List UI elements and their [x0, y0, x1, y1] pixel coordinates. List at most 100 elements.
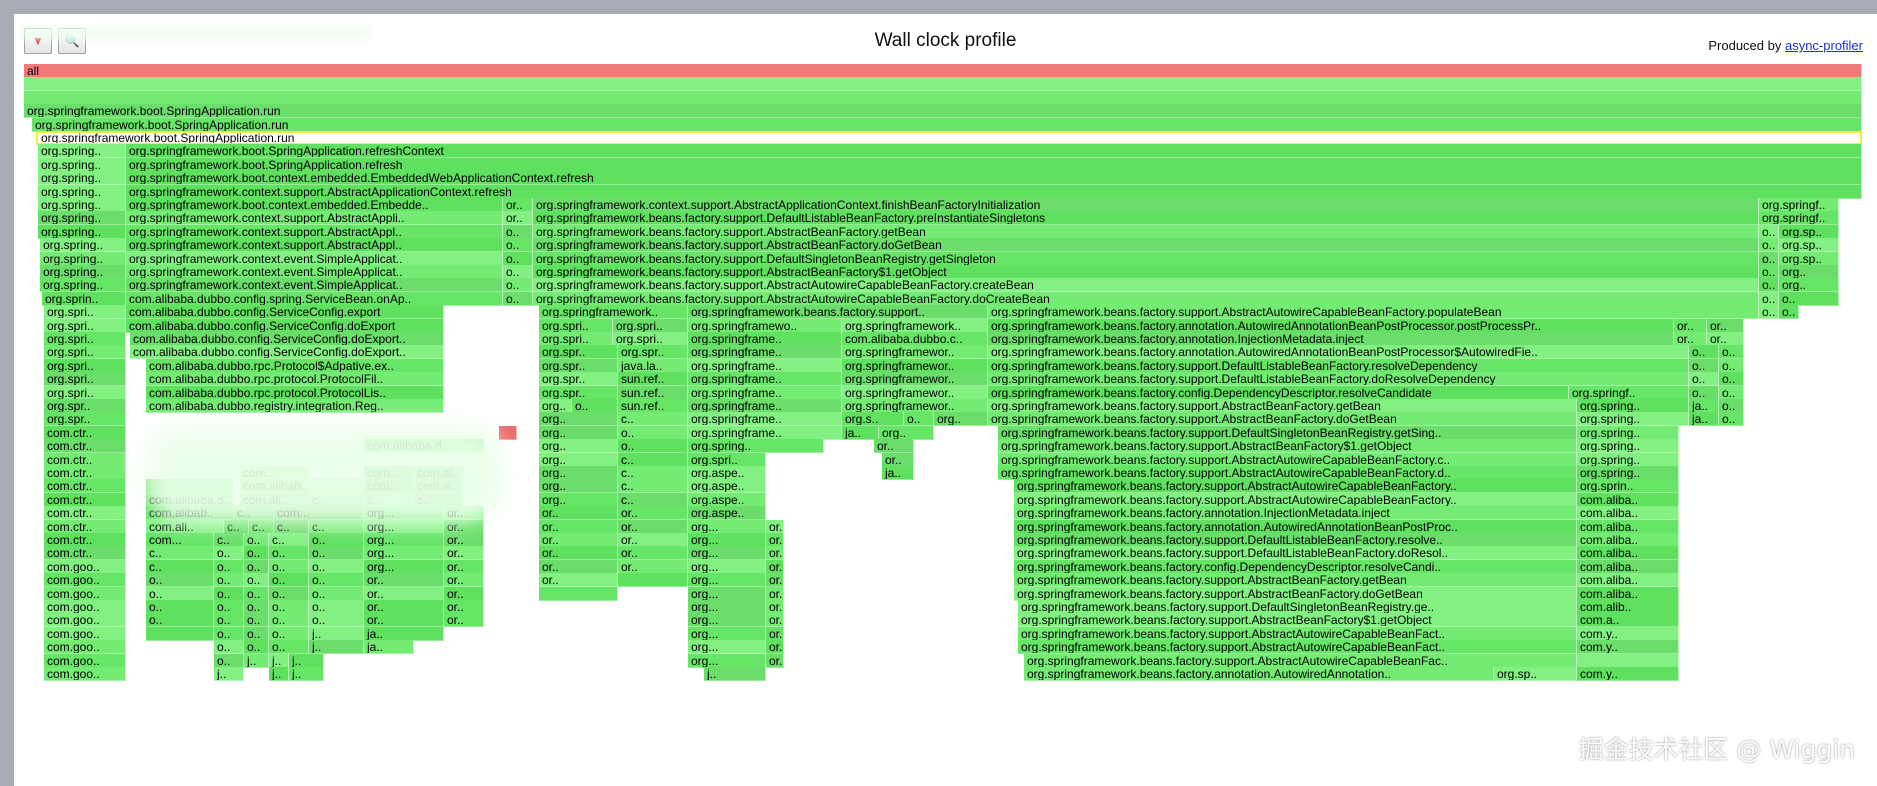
stack-frame[interactable]: org.springf.. [1759, 198, 1839, 212]
stack-frame[interactable]: org.. [539, 492, 618, 507]
stack-frame[interactable]: org.springframework.context.event.Simple… [126, 251, 503, 266]
stack-frame[interactable]: or.. [766, 613, 784, 628]
stack-frame[interactable]: com... [146, 533, 214, 547]
stack-frame[interactable]: org.springframe.. [688, 332, 842, 346]
stack-frame[interactable]: com.aliba.. [1577, 533, 1679, 547]
stack-frame[interactable]: com.aliba.. [1577, 519, 1679, 534]
stack-frame[interactable]: o.. [1719, 385, 1744, 400]
stack-frame[interactable]: org.springframework.beans.factory.suppor… [533, 224, 1759, 239]
stack-frame[interactable]: org.s.. [842, 412, 904, 427]
stack-frame[interactable]: org.spri.. [44, 318, 126, 333]
stack-frame[interactable]: com.a.. [1577, 613, 1679, 628]
stack-frame[interactable] [146, 626, 214, 641]
stack-frame[interactable]: or.. [539, 546, 618, 561]
stack-frame[interactable]: com.ctr.. [44, 506, 126, 521]
stack-frame[interactable]: o.. [503, 291, 533, 306]
stack-frame[interactable]: or.. [444, 586, 484, 601]
stack-frame[interactable]: org.springframework.beans.factory.suppor… [988, 412, 1577, 427]
stack-frame[interactable]: ja.. [364, 640, 414, 655]
stack-frame[interactable]: org.. [539, 425, 618, 440]
stack-frame[interactable]: o.. [309, 533, 364, 547]
stack-frame[interactable]: j.. [269, 653, 289, 668]
stack-frame[interactable]: j.. [214, 667, 244, 681]
stack-frame[interactable]: org.spr.. [618, 345, 688, 360]
stack-frame[interactable]: org.spri.. [613, 332, 688, 346]
stack-frame[interactable]: o.. [269, 559, 309, 574]
stack-frame[interactable]: org.springframework.beans.factory.suppor… [533, 211, 1759, 226]
stack-frame[interactable]: o.. [146, 573, 214, 588]
stack-frame[interactable]: org.springframework.beans.factory.suppor… [1018, 600, 1577, 614]
stack-frame[interactable]: java.la.. [618, 358, 688, 373]
stack-frame[interactable]: org.springframework.beans.factory.suppor… [533, 291, 1759, 306]
stack-frame[interactable]: org.springframework.beans.factory.suppor… [988, 372, 1689, 387]
stack-frame[interactable]: org... [688, 640, 766, 655]
stack-frame[interactable]: org.spring.. [1577, 412, 1689, 427]
stack-frame[interactable]: or.. [766, 533, 784, 547]
stack-frame[interactable]: org.spri.. [44, 345, 126, 360]
stack-frame[interactable]: com.ctr.. [44, 492, 126, 507]
stack-frame[interactable]: o.. [1759, 238, 1779, 253]
stack-frame[interactable]: org.spring.. [38, 198, 126, 212]
stack-frame[interactable]: o.. [1779, 291, 1839, 306]
stack-frame[interactable]: o.. [244, 600, 269, 614]
stack-frame[interactable]: org.springframework.beans.factory.suppor… [1014, 546, 1577, 561]
stack-frame[interactable]: org.spri.. [613, 318, 688, 333]
stack-frame[interactable]: org.springframework.beans.factory.suppor… [988, 399, 1577, 413]
stack-frame[interactable]: org.springframework.beans.factory.suppor… [988, 305, 1759, 320]
stack-frame[interactable]: org.spring.. [38, 184, 126, 199]
stack-frame[interactable]: or.. [618, 546, 688, 561]
stack-frame[interactable]: org.springf.. [1569, 385, 1689, 400]
stack-frame[interactable]: o.. [244, 559, 269, 574]
stack-frame[interactable]: o.. [214, 640, 244, 655]
stack-frame[interactable]: org.springframe.. [688, 385, 842, 400]
stack-frame[interactable]: com.alibaba.dubbo.rpc.protocol.ProtocolL… [146, 385, 444, 400]
stack-frame[interactable]: com.alibaba.dubbo.config.ServiceConfig.d… [126, 318, 444, 333]
stack-frame[interactable]: org... [688, 546, 766, 561]
stack-frame[interactable]: o.. [618, 439, 688, 454]
stack-frame[interactable]: com.y.. [1577, 626, 1679, 641]
stack-frame[interactable]: com.y.. [1577, 667, 1679, 681]
stack-frame[interactable]: org.springframework.beans.factory.suppor… [1014, 479, 1577, 494]
stack-frame[interactable]: o.. [1759, 251, 1779, 266]
async-profiler-link[interactable]: async-profiler [1785, 38, 1863, 53]
stack-frame[interactable]: o.. [1719, 345, 1744, 360]
stack-frame[interactable]: or.. [503, 198, 533, 212]
stack-frame[interactable]: or.. [1707, 332, 1744, 346]
stack-frame[interactable]: com.y.. [1577, 640, 1679, 655]
stack-frame[interactable]: or.. [364, 586, 444, 601]
stack-frame[interactable]: org.springframewor.. [842, 372, 988, 387]
stack-frame[interactable] [24, 90, 1862, 105]
stack-frame[interactable]: or.. [539, 506, 618, 521]
stack-frame[interactable]: or.. [364, 573, 444, 588]
stack-frame[interactable]: com.goo.. [44, 626, 126, 641]
stack-frame[interactable]: org.. [539, 412, 618, 427]
stack-frame[interactable]: org.springframework.beans.factory.suppor… [1024, 653, 1577, 668]
stack-frame[interactable]: com.ctr.. [44, 519, 126, 534]
stack-frame[interactable]: or.. [1707, 318, 1744, 333]
stack-frame[interactable]: org.. [539, 479, 618, 494]
stack-frame[interactable]: org... [688, 533, 766, 547]
stack-frame[interactable]: org... [364, 559, 444, 574]
stack-frame[interactable]: org.springframework.beans.factory.annota… [988, 332, 1674, 346]
stack-frame[interactable]: o.. [1759, 224, 1779, 239]
stack-frame[interactable]: org.springframewor.. [842, 345, 988, 360]
stack-frame[interactable]: o.. [309, 600, 364, 614]
stack-frame[interactable]: org.. [539, 439, 618, 454]
stack-frame[interactable]: ja.. [882, 466, 914, 480]
stack-frame[interactable]: o.. [214, 573, 244, 588]
stack-frame[interactable]: org.springframework.beans.factory.suppor… [998, 452, 1577, 467]
stack-frame[interactable]: o.. [244, 626, 269, 641]
stack-frame[interactable]: org.spri.. [44, 372, 126, 387]
stack-frame[interactable]: org.spring.. [38, 171, 126, 186]
stack-frame[interactable]: or.. [1674, 332, 1707, 346]
stack-frame[interactable]: com.aliba.. [1577, 492, 1679, 507]
stack-frame[interactable] [618, 573, 688, 588]
stack-frame[interactable]: or.. [766, 573, 784, 588]
stack-frame[interactable]: org.sprin.. [42, 291, 126, 306]
stack-frame[interactable]: o.. [146, 613, 214, 628]
stack-frame[interactable]: org.spri.. [44, 358, 126, 373]
stack-frame[interactable]: org.spri.. [44, 385, 126, 400]
stack-frame[interactable]: org.springframework.boot.context.embedde… [126, 171, 1862, 186]
stack-frame[interactable]: j.. [704, 667, 766, 681]
stack-frame[interactable]: j.. [244, 653, 269, 668]
